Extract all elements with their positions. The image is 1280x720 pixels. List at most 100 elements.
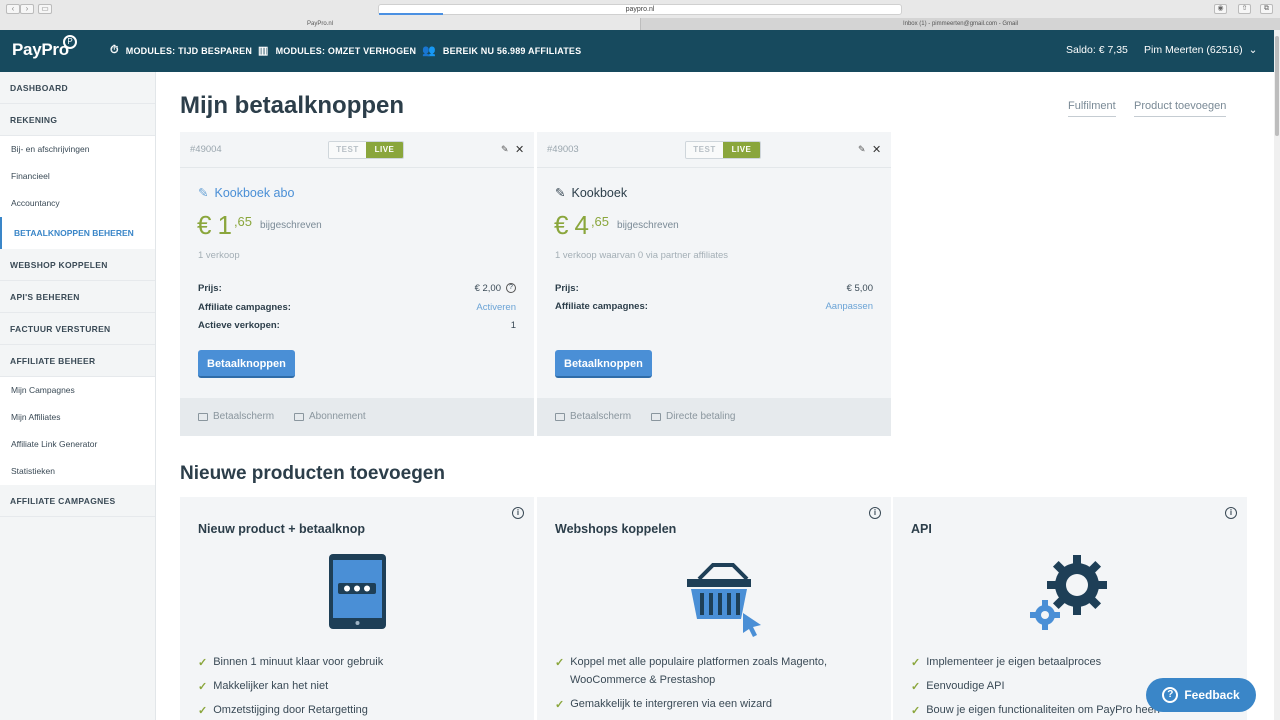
fulfilment-link[interactable]: Fulfilment [1068, 100, 1116, 117]
tab-gmail[interactable]: Inbox (1) - pimmeerten@gmail.com - Gmail [640, 18, 1280, 30]
check-icon: ✓ [911, 657, 921, 669]
close-icon[interactable]: ✕ [872, 143, 881, 156]
feature-text: WooCommerce & Prestashop [570, 674, 716, 686]
feature-item: ✓ Implementeer je eigen betaalproces [911, 656, 1101, 669]
test-live-toggle[interactable]: TEST LIVE [685, 141, 761, 159]
toggle-test[interactable]: TEST [329, 142, 366, 158]
close-icon[interactable]: ✕ [515, 143, 524, 156]
feature-item: ✓ Eenvoudige API [911, 680, 1005, 693]
test-live-toggle[interactable]: TEST LIVE [328, 141, 404, 159]
nav-label: BEREIK NU 56.989 AFFILIATES [442, 45, 582, 56]
toggle-test[interactable]: TEST [686, 142, 723, 158]
feature-text: Koppel met alle populaire platformen zoa… [570, 656, 828, 668]
footer-label: Directe betaling [666, 411, 736, 422]
betaalknoppen-button[interactable]: Betaalknoppen [198, 350, 295, 378]
betaalknoppen-button[interactable]: Betaalknoppen [555, 350, 652, 378]
affiliate-label: Affiliate campagnes: [198, 302, 291, 313]
amount-label: bijgeschreven [617, 220, 679, 231]
amount-cents: ,65 [590, 214, 610, 229]
feedback-button[interactable]: ? Feedback [1146, 678, 1256, 712]
sidebar-item-webshop[interactable]: WEBSHOP KOPPELEN [0, 249, 155, 281]
nav-bereik[interactable]: 👥 BEREIK NU 56.989 AFFILIATES [422, 44, 581, 57]
footer-label: Betaalscherm [570, 411, 632, 422]
sidebar-item-affiliate-campagnes[interactable]: AFFILIATE CAMPAGNES [0, 485, 155, 517]
card-title: Webshops koppelen [555, 522, 677, 536]
sales-count: 1 verkoop [198, 250, 240, 261]
amount: € 1 ,65 bijgeschreven [197, 210, 322, 241]
info-icon[interactable]: i [512, 507, 524, 519]
sidebar-toggle-icon[interactable]: ▭ [38, 4, 52, 14]
help-icon[interactable]: ? [506, 283, 516, 293]
nav-modules-omzet[interactable]: ▥ MODULES: OMZET VERHOGEN [258, 44, 416, 57]
directe-betaling-link[interactable]: Directe betaling [651, 411, 735, 422]
activeren-link[interactable]: Activeren [476, 302, 516, 313]
product-toevoegen-link[interactable]: Product toevoegen [1134, 100, 1227, 117]
card-footer: Betaalscherm Directe betaling [537, 398, 891, 436]
sidebar-item-rekening[interactable]: REKENING [0, 104, 155, 136]
saldo: Saldo: € 7,35 [1066, 44, 1128, 56]
sidebar-item-link-generator[interactable]: Affiliate Link Generator [0, 431, 155, 458]
info-icon[interactable]: i [869, 507, 881, 519]
paypro-logo[interactable]: PayPro [12, 40, 69, 60]
sidebar-item-bij-afschrijvingen[interactable]: Bij- en afschrijvingen [0, 136, 155, 163]
pencil-icon[interactable]: ✎ [858, 144, 866, 155]
payment-button-card: #49003 TEST LIVE ✎ ✕ ✎ Kookboek € 4 ,65 … [537, 132, 891, 436]
download-icon[interactable]: ◉ [1214, 4, 1227, 14]
sidebar-item-affiliate-beheer[interactable]: AFFILIATE BEHEER [0, 345, 155, 377]
product-name[interactable]: ✎ Kookboek abo [198, 185, 294, 201]
card-icon [651, 412, 661, 421]
address-bar[interactable]: paypro.nl [378, 4, 902, 15]
card-title: Nieuw product + betaalknop [198, 522, 366, 536]
footer-label: Abonnement [309, 411, 366, 422]
feature-item: ✓ Omzetstijging door Retargetting [198, 704, 368, 717]
currency: € [197, 210, 212, 240]
sidebar-item-mijn-affiliates[interactable]: Mijn Affiliates [0, 404, 155, 431]
betaalscherm-link[interactable]: Betaalscherm [555, 411, 631, 422]
feature-item: ✓ Bouw je eigen functionaliteiten om PayP… [911, 704, 1160, 717]
feature-item: WooCommerce & Prestashop [570, 674, 715, 686]
abonnement-link[interactable]: Abonnement [294, 411, 366, 422]
check-icon: ✓ [911, 705, 921, 717]
card-id: #49004 [190, 144, 222, 155]
tabs-icon[interactable]: ⧉ [1260, 4, 1273, 14]
check-icon: ✓ [911, 681, 921, 693]
toggle-live[interactable]: LIVE [366, 142, 403, 158]
aanpassen-link[interactable]: Aanpassen [825, 301, 873, 312]
new-product-card[interactable]: Nieuw product + betaalknop i ✓ Binnen 1 m… [180, 497, 534, 720]
sidebar-item-dashboard[interactable]: DASHBOARD [0, 72, 155, 104]
sidebar-item-factuur[interactable]: FACTUUR VERSTUREN [0, 313, 155, 345]
browser-chrome: ‹ › ▭ paypro.nl ◉ ⇧ ⧉ PayPro.nl Inbox (1… [0, 0, 1280, 30]
card-title: API [911, 522, 932, 536]
user-menu[interactable]: Pim Meerten (62516) ⌄ [1144, 44, 1257, 56]
product-name[interactable]: ✎ Kookboek [555, 185, 627, 201]
sidebar-item-financieel[interactable]: Financieel [0, 163, 155, 190]
nav-modules-tijd[interactable]: ⏱ MODULES: TIJD BESPAREN [110, 44, 252, 57]
forward-icon[interactable]: › [20, 4, 34, 14]
sidebar-item-apis[interactable]: API'S BEHEREN [0, 281, 155, 313]
feature-item: ✓ Binnen 1 minuut klaar voor gebruik [198, 656, 383, 669]
tab-paypro[interactable]: PayPro.nl [0, 18, 640, 30]
tablet-icon [329, 554, 386, 629]
webshop-card[interactable]: Webshops koppelen i ✓ Koppel met alle pop… [537, 497, 891, 720]
feature-text: Bouw je eigen functionaliteiten om PayPr… [926, 704, 1160, 716]
sidebar-item-mijn-campagnes[interactable]: Mijn Campagnes [0, 377, 155, 404]
sidebar-item-statistieken[interactable]: Statistieken [0, 458, 155, 485]
toggle-live[interactable]: LIVE [723, 142, 760, 158]
back-icon[interactable]: ‹ [6, 4, 20, 14]
pencil-icon: ✎ [198, 186, 209, 200]
amount-label: bijgeschreven [260, 220, 322, 231]
active-sales-label: Actieve verkopen: [198, 320, 280, 331]
feature-text: Omzetstijging door Retargetting [213, 704, 368, 716]
basket-icon [687, 563, 761, 637]
sidebar-item-accountancy[interactable]: Accountancy [0, 190, 155, 217]
share-icon[interactable]: ⇧ [1238, 4, 1251, 14]
feature-item: ✓ Makkelijker kan het niet [198, 680, 328, 693]
info-icon[interactable]: i [1225, 507, 1237, 519]
footer-label: Betaalscherm [213, 411, 275, 422]
feature-text: Gemakkelijk te intergreren via een wizar… [570, 698, 772, 710]
sidebar-item-betaalknoppen[interactable]: BETAALKNOPPEN BEHEREN [0, 217, 155, 249]
stopwatch-icon: ⏱ [110, 44, 119, 56]
betaalscherm-link[interactable]: Betaalscherm [198, 411, 274, 422]
pencil-icon[interactable]: ✎ [501, 144, 509, 155]
scrollbar[interactable] [1274, 30, 1280, 720]
